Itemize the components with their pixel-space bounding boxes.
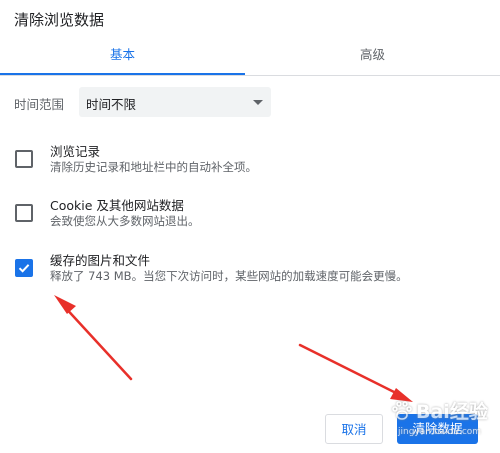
browsing-history-checkbox[interactable] bbox=[15, 150, 33, 168]
option-title: 缓存的图片和文件 bbox=[50, 253, 151, 268]
option-browsing-history: 浏览记录 清除历史记录和地址栏中的自动补全项。 bbox=[0, 138, 500, 180]
time-range-value: 时间不限 bbox=[86, 97, 137, 112]
option-cookies: Cookie 及其他网站数据 会致使您从大多数网站退出。 bbox=[0, 192, 500, 234]
cached-files-checkbox[interactable] bbox=[15, 259, 33, 277]
tab-bar: 基本 高级 bbox=[0, 40, 500, 76]
dialog-title: 清除浏览数据 bbox=[14, 11, 105, 29]
option-cached-files: 缓存的图片和文件 释放了 743 MB。当您下次访问时，某些网站的加载速度可能会… bbox=[0, 247, 500, 289]
cookies-checkbox[interactable] bbox=[15, 204, 33, 222]
clear-browsing-data-dialog: 清除浏览数据 基本 高级 时间范围 时间不限 浏览记录 清除历史记录和地址栏中的… bbox=[0, 0, 500, 453]
option-subtitle: 清除历史记录和地址栏中的自动补全项。 bbox=[50, 160, 257, 174]
option-subtitle: 释放了 743 MB。当您下次访问时，某些网站的加载速度可能会更慢。 bbox=[50, 269, 408, 283]
option-title: Cookie 及其他网站数据 bbox=[50, 198, 184, 213]
tab-basic[interactable]: 基本 bbox=[0, 40, 245, 75]
clear-data-button[interactable]: 清除数据 bbox=[397, 414, 478, 444]
caret-down-icon bbox=[253, 100, 263, 105]
checkmark-icon bbox=[18, 264, 30, 273]
time-range-select[interactable]: 时间不限 bbox=[79, 87, 271, 117]
tab-advanced[interactable]: 高级 bbox=[245, 40, 500, 74]
time-range-label: 时间范围 bbox=[14, 97, 65, 112]
option-title: 浏览记录 bbox=[50, 144, 101, 159]
option-subtitle: 会致使您从大多数网站退出。 bbox=[50, 214, 200, 228]
cancel-button[interactable]: 取消 bbox=[325, 414, 383, 444]
